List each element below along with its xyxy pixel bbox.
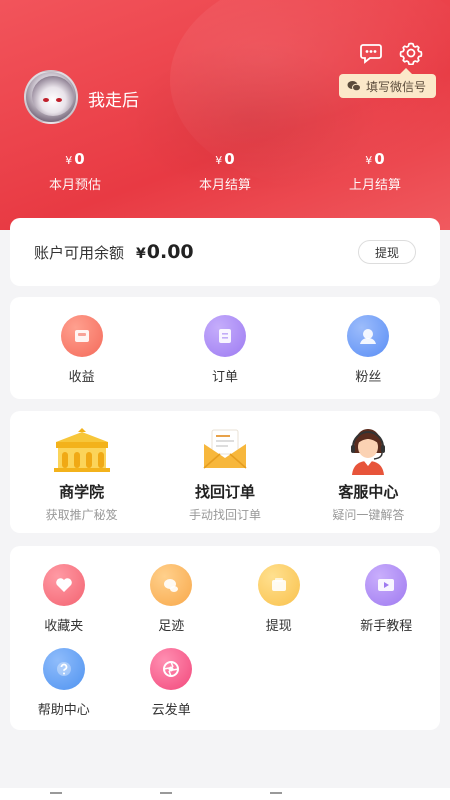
fans-icon (347, 315, 390, 357)
nav-discover-icon[interactable] (270, 792, 282, 800)
promo-academy[interactable]: 商学院 获取推广秘笈 (10, 411, 153, 533)
balance-card: 账户可用余额 ¥0.00 提现 (10, 218, 440, 286)
order-icon (203, 315, 246, 357)
profile-header: 填写微信号 我走后 ¥0 本月预估 ¥0 本月结算 ¥0 上月结算 (0, 0, 450, 230)
tool-favorites[interactable]: 收藏夹 (10, 564, 118, 648)
menu-item-earnings[interactable]: 收益 (10, 297, 153, 399)
stat-label: 上月结算 (348, 178, 401, 193)
stat-label: 本月预估 (48, 178, 101, 193)
tool-tutorial[interactable]: 新手教程 (333, 564, 441, 648)
promo-find-order[interactable]: 找回订单 手动找回订单 (153, 411, 296, 533)
customer-service-icon (337, 423, 399, 475)
envelope-icon (194, 423, 256, 475)
wechat-id-tag[interactable]: 填写微信号 (338, 68, 436, 98)
earnings-stats: ¥0 本月预估 ¥0 本月结算 ¥0 上月结算 (0, 150, 450, 193)
message-icon[interactable] (358, 40, 384, 66)
tool-help-center[interactable]: 帮助中心 (10, 648, 118, 732)
bottom-nav (0, 788, 450, 800)
main-menu: 收益 订单 粉丝 (10, 297, 440, 399)
video-icon (365, 564, 408, 606)
earnings-icon (60, 315, 103, 357)
promo-panel: 商学院 获取推广秘笈 找回订单 手动找回订单 客服中心 疑问一键解答 (10, 411, 440, 533)
tool-cloud-publish[interactable]: 云发单 (118, 648, 226, 732)
balance-amount: ¥0.00 (136, 241, 194, 263)
nav-category-icon[interactable] (160, 792, 172, 800)
wallet-icon (257, 564, 300, 606)
footprint-icon (150, 564, 193, 606)
tool-footprint[interactable]: 足迹 (118, 564, 226, 648)
stat-value: 0 (224, 150, 235, 168)
avatar[interactable] (24, 70, 78, 124)
aperture-icon (150, 648, 193, 690)
stat-value: 0 (374, 150, 385, 168)
nav-home-icon[interactable] (50, 792, 62, 800)
header-actions (358, 40, 424, 66)
tool-withdraw[interactable]: 提现 (225, 564, 333, 648)
stat-label: 本月结算 (198, 178, 251, 193)
heart-icon (42, 564, 85, 606)
username: 我走后 (88, 91, 139, 111)
promo-customer-service[interactable]: 客服中心 疑问一键解答 (297, 411, 440, 533)
balance-label: 账户可用余额 (34, 243, 125, 262)
stat-this-month-settled[interactable]: ¥0 本月结算 (150, 150, 300, 193)
gear-icon[interactable] (398, 40, 424, 66)
academy-icon (51, 423, 113, 475)
menu-item-orders[interactable]: 订单 (153, 297, 296, 399)
wechat-icon (347, 81, 361, 92)
tools-panel: 收藏夹 足迹 提现 新手教程 帮助中心 云发单 (10, 546, 440, 730)
stat-value: 0 (74, 150, 85, 168)
withdraw-button[interactable]: 提现 (357, 240, 416, 264)
help-icon (42, 648, 85, 690)
stat-last-month-settled[interactable]: ¥0 上月结算 (300, 150, 450, 193)
menu-item-fans[interactable]: 粉丝 (297, 297, 440, 399)
stat-this-month-estimate[interactable]: ¥0 本月预估 (0, 150, 150, 193)
wechat-tag-label: 填写微信号 (365, 79, 426, 94)
